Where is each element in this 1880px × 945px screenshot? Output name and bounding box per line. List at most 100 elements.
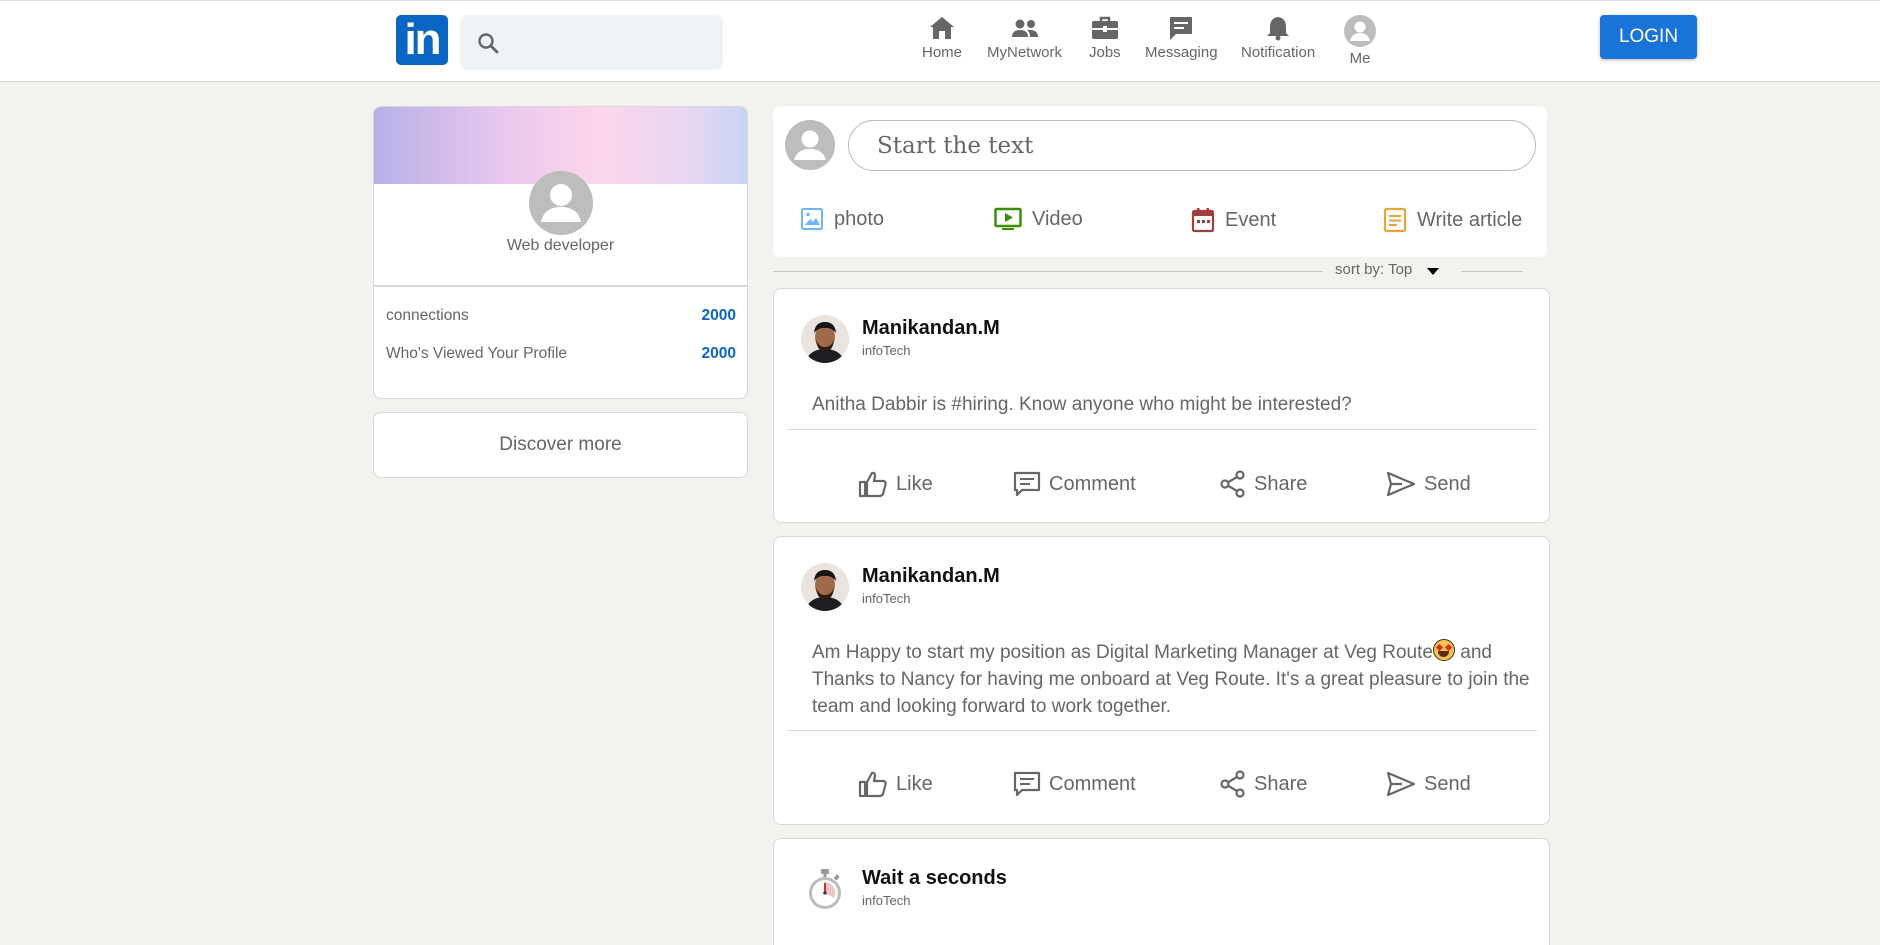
action-label: Share (1254, 772, 1308, 795)
post-company: infoTech (862, 343, 911, 358)
linkedin-logo[interactable]: in (396, 15, 448, 65)
sort-row: sort by: Top (773, 260, 1523, 282)
divider (1461, 271, 1523, 272)
search-input[interactable] (508, 25, 708, 59)
user-avatar-icon (529, 171, 593, 235)
nav-mynetwork[interactable]: MyNetwork (987, 15, 1062, 61)
send-icon (1386, 771, 1416, 797)
post-text: Am Happy to start my position as Digital… (812, 639, 1532, 720)
profile-avatar[interactable] (529, 171, 593, 235)
search-icon (478, 33, 499, 54)
send-button[interactable]: Send (1386, 770, 1471, 798)
share-icon (1220, 770, 1245, 798)
user-avatar-icon (1344, 15, 1376, 47)
post-composer: photo Video Event Write article (773, 106, 1547, 257)
article-icon (1383, 207, 1407, 233)
composer-avatar (785, 120, 835, 170)
chevron-down-icon[interactable] (1427, 268, 1439, 275)
author-photo-icon (801, 563, 849, 611)
home-icon (930, 17, 954, 39)
star-struck-emoji-icon (1432, 639, 1455, 661)
action-label: Like (896, 472, 933, 495)
post-author[interactable]: Manikandan.M (862, 317, 1000, 340)
stat-value: 2000 (701, 307, 736, 324)
divider (787, 429, 1537, 430)
comment-button[interactable]: Comment (1013, 470, 1136, 498)
start-post-input[interactable] (848, 120, 1536, 171)
tool-label: Write article (1417, 208, 1523, 231)
nav-label: Home (922, 44, 963, 61)
photo-button[interactable]: photo (800, 207, 884, 231)
post-company: infoTech (862, 591, 911, 606)
calendar-icon (1191, 208, 1215, 233)
stat-label: Who's Viewed Your Profile (386, 345, 568, 362)
stat-profile-views[interactable]: Who's Viewed Your Profile 2000 (386, 345, 736, 363)
nav-jobs[interactable]: Jobs (1089, 15, 1121, 61)
author-avatar[interactable] (801, 315, 849, 363)
profile-card: Web developer connections 2000 Who's Vie… (373, 106, 748, 399)
tool-label: Event (1225, 208, 1277, 231)
sort-label[interactable]: sort by: Top (1335, 261, 1412, 278)
profile-role: Web developer (506, 237, 615, 254)
video-button[interactable]: Video (994, 207, 1083, 231)
nav-label: MyNetwork (987, 44, 1063, 61)
action-label: Like (896, 772, 933, 795)
write-article-button[interactable]: Write article (1383, 207, 1522, 233)
nav-notification[interactable]: Notification (1241, 15, 1315, 61)
send-icon (1386, 471, 1416, 497)
nav-label: Messaging (1145, 44, 1218, 61)
feed-post: Wait a seconds infoTech (773, 838, 1550, 945)
action-label: Send (1424, 472, 1471, 495)
stopwatch-icon (809, 869, 841, 909)
action-label: Comment (1049, 772, 1136, 795)
thumbs-up-icon (858, 771, 887, 798)
discover-more-button[interactable]: Discover more (373, 412, 748, 478)
action-label: Send (1424, 772, 1471, 795)
divider (773, 271, 1323, 272)
like-button[interactable]: Like (858, 770, 933, 798)
nav-home[interactable]: Home (922, 15, 962, 61)
nav-label: Jobs (1089, 44, 1121, 61)
share-icon (1220, 470, 1245, 498)
nav-me[interactable]: Me (1344, 15, 1376, 67)
divider (374, 285, 747, 287)
comment-icon (1013, 771, 1041, 797)
network-icon (1011, 19, 1038, 37)
video-icon (994, 207, 1022, 230)
author-avatar[interactable] (801, 865, 849, 913)
bell-icon (1267, 17, 1290, 41)
post-text-part: Am Happy to start my position as Digital… (812, 642, 1433, 663)
send-button[interactable]: Send (1386, 470, 1471, 498)
tool-label: Video (1032, 207, 1083, 230)
post-text: Anitha Dabbir is #hiring. Know anyone wh… (812, 394, 1352, 415)
post-company: infoTech (862, 893, 911, 908)
photo-icon (801, 208, 823, 230)
top-navbar: in Home MyNetwork Jobs Messaging Notific… (0, 0, 1880, 82)
share-button[interactable]: Share (1220, 470, 1307, 498)
author-photo-icon (801, 315, 849, 363)
event-button[interactable]: Event (1191, 207, 1276, 233)
feed-post: Manikandan.M infoTech Anitha Dabbir is #… (773, 288, 1550, 523)
thumbs-up-icon (858, 471, 887, 498)
login-button[interactable]: LOGIN (1600, 15, 1697, 59)
nav-label: Notification (1241, 44, 1316, 61)
share-button[interactable]: Share (1220, 770, 1307, 798)
feed-post: Manikandan.M infoTech Am Happy to start … (773, 536, 1550, 825)
action-label: Comment (1049, 472, 1136, 495)
comment-button[interactable]: Comment (1013, 770, 1136, 798)
author-avatar[interactable] (801, 563, 849, 611)
user-avatar-icon (785, 120, 835, 170)
briefcase-icon (1091, 16, 1118, 39)
like-button[interactable]: Like (858, 470, 933, 498)
post-author[interactable]: Wait a seconds (862, 867, 1007, 890)
action-label: Share (1254, 472, 1308, 495)
comment-icon (1013, 471, 1041, 497)
nav-messaging[interactable]: Messaging (1145, 15, 1218, 61)
post-author[interactable]: Manikandan.M (862, 565, 1000, 588)
stat-connections[interactable]: connections 2000 (386, 307, 736, 325)
tool-label: photo (834, 207, 885, 230)
nav-label: Me (1349, 50, 1371, 67)
search-box[interactable] (460, 15, 723, 70)
divider (787, 730, 1537, 731)
stat-label: connections (386, 307, 469, 324)
